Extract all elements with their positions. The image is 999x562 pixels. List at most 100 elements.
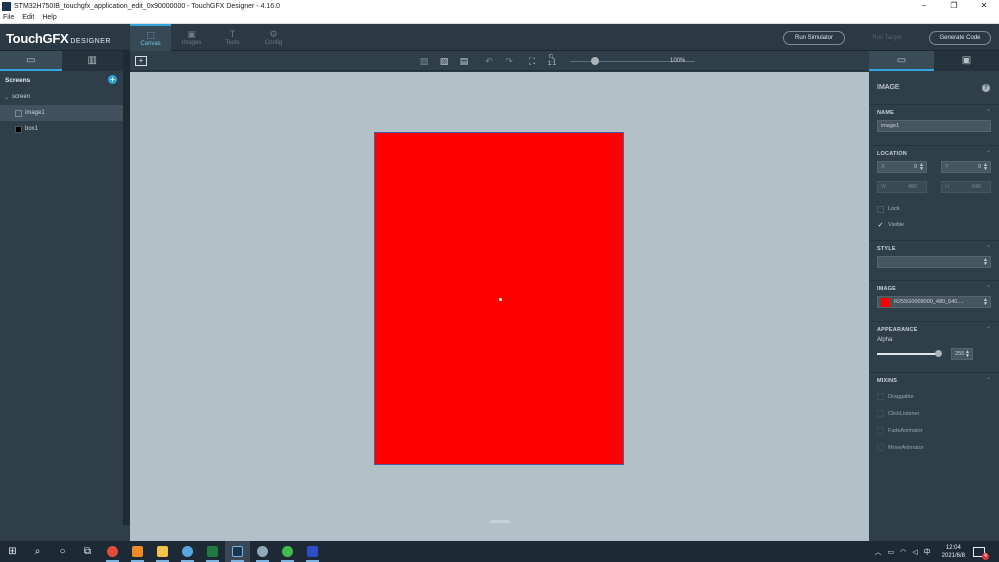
app-header: TouchGFX DESIGNER ⬚ Canvas ▣ Images T Tex… — [0, 24, 999, 51]
tree-item-image1[interactable]: image1 — [0, 105, 123, 121]
fit-screen-icon[interactable]: ⛶ — [526, 55, 538, 67]
file-explorer-icon[interactable] — [150, 541, 175, 562]
battery-icon[interactable]: ▭ — [888, 548, 895, 556]
draggable-check-icon[interactable] — [877, 393, 884, 400]
notification-center-icon[interactable] — [973, 546, 989, 560]
menu-file[interactable]: File — [0, 14, 19, 21]
main-tabs: ⬚ Canvas ▣ Images T Texts ⚙ Config — [130, 24, 294, 51]
tree-screen[interactable]: ⌄ screen — [0, 89, 123, 105]
properties-title: IMAGE ? — [869, 71, 999, 105]
alpha-slider-thumb[interactable] — [935, 350, 942, 357]
name-input[interactable]: image1 — [877, 120, 991, 132]
left-panel-footer — [0, 525, 130, 541]
bring-back-icon[interactable]: ▨ — [418, 55, 430, 67]
ime-indicator[interactable]: 中 — [924, 547, 931, 557]
mixin-moveanimator[interactable]: MoveAnimator — [877, 439, 991, 456]
taskbar-clock[interactable]: 12:04 2021/6/8 — [942, 544, 965, 560]
menu-help[interactable]: Help — [39, 14, 61, 21]
screen-artboard[interactable] — [374, 132, 624, 465]
chevron-up-icon[interactable]: ⌃ — [986, 285, 991, 292]
close-button[interactable]: ✕ — [969, 0, 999, 12]
tree-screen-label: screen — [12, 94, 31, 100]
excel-icon[interactable] — [200, 541, 225, 562]
zoom-slider-thumb[interactable] — [591, 57, 599, 65]
chevron-up-icon[interactable]: ⌃ — [986, 377, 991, 384]
x-input[interactable]: X 0 ▲ ▼ — [877, 161, 927, 173]
tab-widgets[interactable]: ▥ — [61, 51, 123, 71]
tree-item-box1[interactable]: box1 — [0, 121, 123, 137]
stm32cube-icon[interactable] — [250, 541, 275, 562]
tab-texts[interactable]: T Texts — [212, 24, 253, 51]
add-interaction-icon[interactable]: + — [135, 56, 147, 66]
panel-splitter[interactable] — [123, 51, 130, 525]
design-canvas[interactable] — [130, 72, 869, 525]
zoom-reset-icon[interactable]: 🔍︎ 1:1 — [546, 55, 558, 67]
tab-tree-view[interactable]: ▭ — [0, 51, 62, 71]
tab-images[interactable]: ▣ Images — [171, 24, 212, 51]
tab-config[interactable]: ⚙ Config — [253, 24, 294, 51]
visible-checkbox[interactable]: ✓ Visible — [877, 217, 991, 233]
window-controls: – ❐ ✕ — [909, 0, 999, 12]
mixin-clicklistener[interactable]: ClickListener — [877, 405, 991, 422]
y-input[interactable]: Y 0 ▲ ▼ — [941, 161, 991, 173]
image-select[interactable]: R255G0008000_480_640.... ▲ ▼ — [877, 296, 991, 308]
lock-checkbox[interactable]: Lock — [877, 201, 991, 217]
chrome-icon[interactable] — [100, 541, 125, 562]
mixin-draggable[interactable]: Draggable — [877, 388, 991, 405]
undo-icon[interactable]: ↶ — [483, 55, 495, 67]
arrange-icon[interactable]: ▧ — [438, 55, 450, 67]
chevron-up-icon[interactable]: ⌃ — [986, 245, 991, 252]
network-icon[interactable]: ◠ — [900, 548, 906, 556]
minimize-button[interactable]: – — [909, 0, 939, 12]
task-view-icon[interactable]: ⧉ — [75, 541, 100, 562]
fadeanimator-check-icon[interactable] — [877, 427, 884, 434]
tab-canvas[interactable]: ⬚ Canvas — [130, 24, 171, 51]
search-icon[interactable]: ⌕ — [25, 541, 50, 562]
menu-edit[interactable]: Edit — [19, 14, 39, 21]
help-icon[interactable]: ? — [982, 84, 990, 92]
lock-check-icon[interactable] — [877, 205, 884, 213]
y-label: Y — [945, 164, 949, 170]
checkmark-icon[interactable]: ✓ — [877, 222, 884, 229]
y-stepper-icon[interactable]: ▲ ▼ — [983, 163, 988, 172]
canvas-scroll-handle[interactable] — [490, 520, 510, 523]
style-header: STYLE — [877, 245, 896, 252]
clicklistener-check-icon[interactable] — [877, 410, 884, 417]
maximize-button[interactable]: ❐ — [939, 0, 969, 12]
width-input[interactable]: W 480 — [877, 181, 927, 193]
name-header: NAME — [877, 109, 894, 116]
add-screen-icon[interactable]: + — [108, 75, 117, 84]
moveanimator-check-icon[interactable] — [877, 444, 884, 451]
cortana-icon[interactable]: ○ — [50, 541, 75, 562]
chevron-up-icon[interactable]: ⌃ — [986, 150, 991, 157]
jlink-icon[interactable] — [300, 541, 325, 562]
alpha-stepper-icon[interactable]: ▲ ▼ — [965, 350, 970, 359]
chevron-up-icon[interactable]: ︿ — [875, 547, 882, 557]
volume-icon[interactable]: ◁ — [912, 548, 917, 556]
tab-interactions[interactable]: ▣ — [934, 51, 999, 71]
wechat-icon[interactable] — [275, 541, 300, 562]
x-stepper-icon[interactable]: ▲ ▼ — [919, 163, 924, 172]
tab-images-label: Images — [181, 40, 202, 46]
run-simulator-button[interactable]: Run Simulator — [783, 31, 845, 45]
chevron-up-icon[interactable]: ⌃ — [986, 109, 991, 116]
logo-subtitle: DESIGNER — [70, 38, 111, 45]
bring-front-icon[interactable]: ▤ — [458, 55, 470, 67]
sublime-icon[interactable] — [125, 541, 150, 562]
windows-start-icon[interactable]: ⊞ — [0, 541, 25, 562]
tab-properties[interactable]: ▭ — [869, 51, 934, 71]
chevron-up-icon[interactable]: ⌃ — [986, 326, 991, 333]
height-input[interactable]: H 640 — [941, 181, 991, 193]
generate-code-button[interactable]: Generate Code — [929, 31, 991, 45]
touchgfx-taskbar-icon[interactable] — [225, 541, 250, 562]
run-target-button[interactable]: Run Target — [858, 31, 916, 45]
mixin-fadeanimator[interactable]: FadeAnimator — [877, 422, 991, 439]
alpha-slider[interactable] — [877, 350, 942, 357]
alpha-input[interactable]: 255 ▲ ▼ — [951, 348, 973, 360]
style-select[interactable]: ▲ ▼ — [877, 256, 991, 268]
tree-item-label: image1 — [25, 110, 45, 116]
browser-icon[interactable] — [175, 541, 200, 562]
redo-icon[interactable]: ↷ — [503, 55, 515, 67]
chevron-down-icon[interactable]: ⌄ — [4, 94, 9, 101]
visible-label: Visible — [888, 222, 905, 228]
